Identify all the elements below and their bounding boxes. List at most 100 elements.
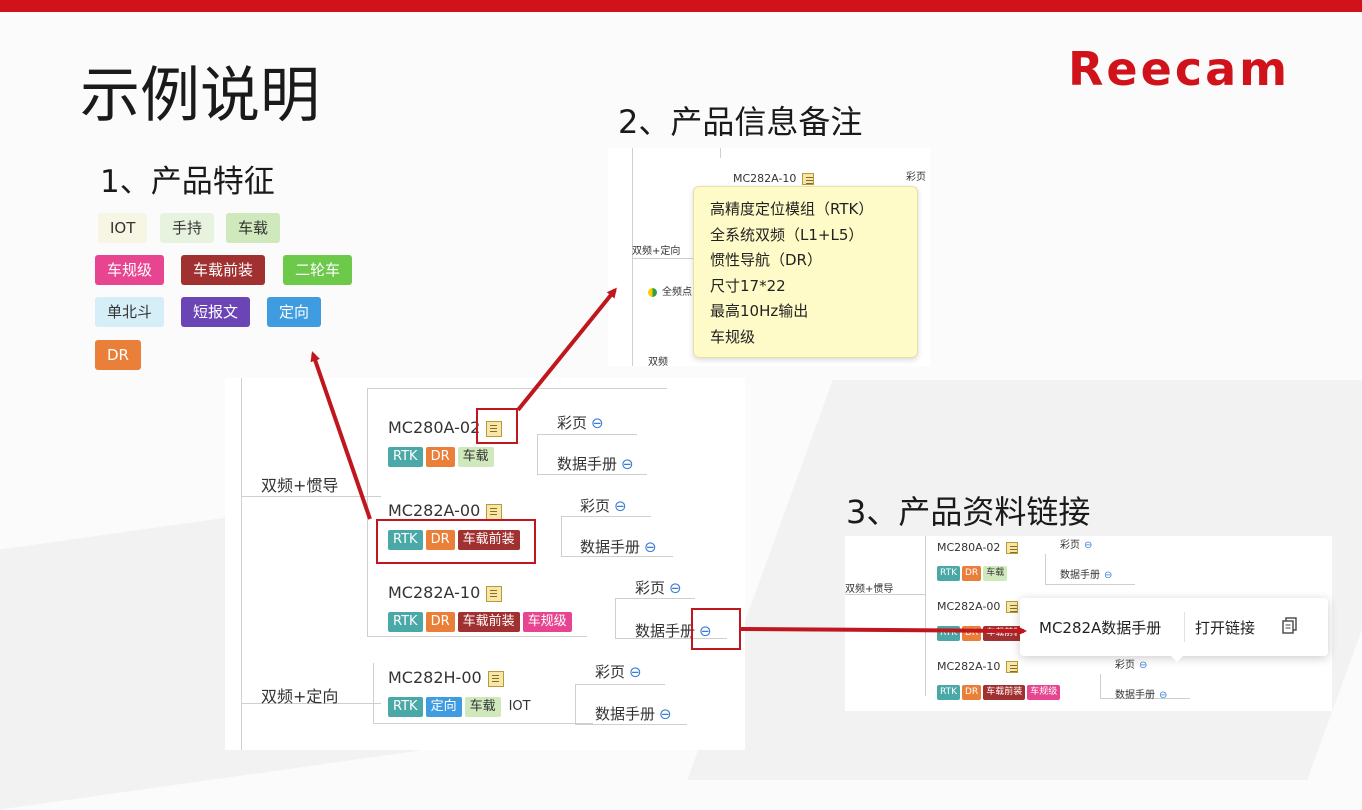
group-node-dual-orient[interactable]: 双频+定向 [261, 683, 338, 707]
link-panel-group: 双频+惯导 [845, 584, 894, 595]
note-icon[interactable] [487, 670, 504, 687]
link-icon[interactable]: ⊖ [1104, 570, 1112, 581]
note-line: 车规级 [710, 327, 756, 346]
feature-tag-regulation: 车规级 [95, 255, 165, 285]
brochure-link-mc282a-10[interactable]: 彩页 ⊖ [635, 577, 682, 598]
link-icon[interactable]: ⊖ [1159, 690, 1167, 701]
feature-tag-sms: 短报文 [181, 297, 251, 327]
note-icon[interactable] [1006, 661, 1019, 673]
product-tags-mc282h-00: RTK 定向 车载 IOT [388, 695, 539, 717]
tag-rtk: RTK [388, 447, 423, 467]
note-panel-brochure: 彩页 [906, 172, 926, 183]
product-node-mc282a-10[interactable]: MC282A-10 [388, 583, 503, 602]
link-icon[interactable]: ⊖ [591, 414, 604, 432]
tag-vehicle: 车载 [983, 566, 1008, 581]
brochure-link-mc282a-00[interactable]: 彩页 ⊖ [580, 495, 627, 516]
tag-regulation: 车规级 [1027, 685, 1061, 700]
datasheet-link-mc280a-02[interactable]: 数据手册 ⊖ [557, 453, 634, 474]
highlight-link-icon [691, 608, 741, 650]
tag-rtk: RTK [388, 697, 423, 717]
datasheet-link-mc282h-00[interactable]: 数据手册 ⊖ [595, 703, 672, 724]
status-dot-icon [648, 287, 657, 297]
link-icon[interactable]: ⊖ [1139, 660, 1147, 671]
link-popup: MC282A数据手册 打开链接 [1020, 598, 1328, 662]
tag-dr: DR [962, 626, 982, 641]
link-panel-brochure-3[interactable]: 彩页 ⊖ [1115, 656, 1147, 671]
tag-dr: DR [425, 447, 455, 467]
open-link-button[interactable]: 打开链接 [1195, 617, 1255, 638]
product-tags-mc282a-10: RTK DR 车载前装 车规级 [388, 610, 575, 632]
highlight-note-icon [476, 408, 518, 444]
note-panel-group: 双频+定向 [632, 246, 681, 257]
note-icon[interactable] [1006, 542, 1019, 554]
link-panel-product-3[interactable]: MC282A-10 [937, 660, 1019, 673]
link-panel-tags-1: RTK DR 车载 [937, 560, 1009, 581]
tag-dr: DR [962, 566, 982, 581]
copy-icon[interactable] [1282, 617, 1297, 634]
note-line: 最高10Hz输出 [710, 302, 809, 320]
note-panel-product[interactable]: MC282A-10 [733, 172, 815, 185]
tag-vehicle: 车载 [457, 447, 494, 467]
link-panel-product-1[interactable]: MC280A-02 [937, 541, 1019, 554]
note-icon[interactable] [1006, 601, 1019, 613]
tag-front-install: 车载前装 [457, 612, 520, 632]
link-panel-datasheet-1[interactable]: 数据手册 ⊖ [1060, 566, 1112, 581]
link-panel-brochure-1[interactable]: 彩页 ⊖ [1060, 536, 1092, 551]
product-node-mc282h-00[interactable]: MC282H-00 [388, 668, 504, 687]
popup-pointer [1169, 654, 1185, 662]
feature-tag-orientation: 定向 [267, 297, 322, 327]
product-note-tooltip: 高精度定位模组（RTK） 全系统双频（L1+L5） 惯性导航（DR） 尺寸17*… [693, 186, 918, 358]
highlight-feature-tags [376, 519, 536, 564]
note-icon[interactable] [486, 585, 503, 602]
datasheet-link-mc282a-00[interactable]: 数据手册 ⊖ [580, 536, 657, 557]
link-panel-tags-3: RTK DR 车载前装 车规级 [937, 679, 1062, 700]
tag-dr: DR [425, 612, 455, 632]
link-panel-product-2[interactable]: MC282A-00 [937, 600, 1019, 613]
tag-regulation: 车规级 [522, 612, 572, 632]
note-line: 高精度定位模组（RTK） [710, 200, 874, 218]
feature-tag-two-wheeler: 二轮车 [283, 255, 353, 285]
note-line: 全系统双频（L1+L5） [710, 225, 864, 244]
tag-rtk: RTK [937, 626, 960, 641]
note-line: 尺寸17*22 [710, 276, 786, 295]
brochure-link-mc282h-00[interactable]: 彩页 ⊖ [595, 661, 642, 682]
section-features-title: 1、产品特征 [100, 164, 275, 200]
tag-dr: DR [962, 685, 982, 700]
feature-tag-front-install: 车载前装 [181, 255, 266, 285]
link-icon[interactable]: ⊖ [629, 663, 642, 681]
feature-tag-dr: DR [95, 340, 141, 370]
popup-divider [1184, 612, 1185, 642]
link-icon[interactable]: ⊖ [659, 705, 672, 723]
link-panel-datasheet-3[interactable]: 数据手册 ⊖ [1115, 686, 1167, 701]
tag-rtk: RTK [388, 612, 423, 632]
note-icon[interactable] [486, 503, 503, 520]
link-icon[interactable]: ⊖ [1084, 540, 1092, 551]
link-icon[interactable]: ⊖ [614, 497, 627, 515]
feature-tag-vehicle: 车载 [226, 213, 281, 243]
note-line: 惯性导航（DR） [710, 251, 822, 269]
tag-iot: IOT [508, 699, 531, 714]
tag-vehicle: 车载 [464, 697, 501, 717]
product-node-mc282a-00[interactable]: MC282A-00 [388, 501, 503, 520]
group-node-dual-imu[interactable]: 双频+惯导 [261, 472, 338, 496]
note-panel-bottom: 双频 [648, 357, 668, 366]
note-icon[interactable] [802, 173, 815, 185]
tag-rtk: RTK [937, 566, 960, 581]
popup-doc-title: MC282A数据手册 [1039, 619, 1162, 637]
tag-rtk: RTK [937, 685, 960, 700]
reecam-logo: Reecam [1068, 42, 1291, 96]
link-icon[interactable]: ⊖ [644, 538, 657, 556]
slide-title: 示例说明 [80, 61, 320, 131]
section-notes-title: 2、产品信息备注 [618, 103, 863, 141]
tag-orientation: 定向 [425, 697, 462, 717]
note-panel-row: 全频点 [648, 283, 692, 298]
feature-tag-handheld: 手持 [160, 213, 215, 243]
tag-front-install: 车载前装 [983, 685, 1026, 700]
feature-tag-beidou: 单北斗 [95, 297, 165, 327]
feature-tag-iot: IOT [98, 213, 148, 243]
tag-front-install: 车载前装 [983, 626, 1026, 641]
top-brand-bar [0, 0, 1362, 12]
link-icon[interactable]: ⊖ [621, 455, 634, 473]
link-icon[interactable]: ⊖ [669, 579, 682, 597]
brochure-link-mc280a-02[interactable]: 彩页 ⊖ [557, 412, 604, 433]
